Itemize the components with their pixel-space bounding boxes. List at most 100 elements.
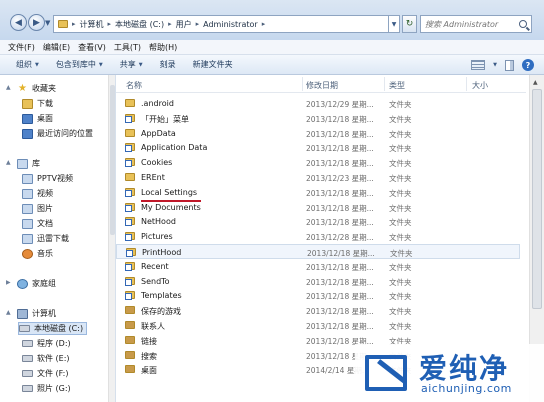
- file-type: 文件夹: [389, 100, 412, 109]
- file-date: 2013/12/29 星期...: [306, 100, 374, 109]
- scroll-up-arrow-icon[interactable]: ▲: [533, 79, 538, 86]
- table-row[interactable]: Pictures 2013/12/28 星期... 文件夹: [116, 229, 520, 244]
- table-row[interactable]: 保存的游戏 2013/12/18 星期... 文件夹: [116, 303, 520, 318]
- column-header-row: 名称 修改日期 类型 大小: [116, 75, 526, 93]
- chevron-right-icon[interactable]: ▸: [262, 20, 266, 28]
- menu-view[interactable]: 查看(V): [78, 42, 106, 53]
- nav-item-drive-d[interactable]: 程序 (D:): [22, 338, 71, 349]
- forward-button[interactable]: ▶: [28, 14, 45, 31]
- computer-icon: [17, 308, 28, 319]
- include-in-library-button[interactable]: 包含到库中 ▼: [56, 59, 103, 70]
- video-library-icon: [22, 188, 33, 199]
- documents-library-icon: [22, 218, 33, 229]
- column-header-date[interactable]: 修改日期: [306, 80, 338, 91]
- refresh-button[interactable]: ↻: [402, 15, 417, 33]
- nav-item-label: 软件 (E:): [37, 354, 70, 363]
- file-type: 文件夹: [389, 129, 412, 139]
- table-row[interactable]: NetHood 2013/12/18 星期... 文件夹: [116, 214, 520, 229]
- address-dropdown-button[interactable]: ▼: [389, 15, 400, 33]
- breadcrumb-drive-c[interactable]: 本地磁盘 (C:): [115, 19, 164, 30]
- new-folder-label: 新建文件夹: [192, 60, 233, 69]
- nav-libraries-label: 库: [32, 159, 40, 168]
- column-header-type[interactable]: 类型: [389, 80, 405, 91]
- table-row[interactable]: Local Settings 2013/12/18 星期... 文件夹: [116, 185, 520, 200]
- table-row[interactable]: .android 2013/12/29 星期... 文件夹: [116, 96, 520, 111]
- folder-icon: [125, 187, 135, 197]
- nav-item-recent-places[interactable]: 最近访问的位置: [22, 128, 93, 139]
- nav-computer[interactable]: 计算机: [17, 308, 56, 319]
- chevron-right-icon[interactable]: ▸: [72, 20, 76, 28]
- nav-item-drive-f[interactable]: 文件 (F:): [22, 368, 68, 379]
- new-folder-button[interactable]: 新建文件夹: [193, 59, 233, 70]
- column-divider[interactable]: [302, 77, 303, 91]
- nav-item-drive-e[interactable]: 软件 (E:): [22, 353, 70, 364]
- expander-icon[interactable]: ▶: [6, 279, 11, 286]
- nav-item-documents[interactable]: 文档: [22, 218, 53, 229]
- chevron-right-icon[interactable]: ▸: [108, 20, 112, 28]
- file-name: Cookies: [141, 158, 173, 168]
- breadcrumb-users[interactable]: 用户: [176, 19, 192, 30]
- expander-icon[interactable]: ▲: [6, 159, 11, 166]
- menu-edit[interactable]: 编辑(E): [43, 42, 70, 53]
- file-name: Recent: [141, 261, 169, 271]
- table-row[interactable]: PrintHood 2013/12/18 星期... 文件夹: [116, 244, 520, 259]
- table-row[interactable]: Application Data 2013/12/18 星期... 文件夹: [116, 140, 520, 155]
- nav-item-downloads[interactable]: 下载: [22, 98, 53, 109]
- file-type: 文件夹: [389, 203, 412, 213]
- file-name: My Documents: [141, 202, 201, 212]
- nav-item-drive-c[interactable]: 本地磁盘 (C:): [18, 322, 88, 335]
- column-header-name[interactable]: 名称: [126, 80, 142, 91]
- nav-item-pictures[interactable]: 图片: [22, 203, 53, 214]
- nav-scrollbar[interactable]: [108, 75, 115, 402]
- table-row[interactable]: 「开始」菜单 2013/12/18 星期... 文件夹: [116, 111, 520, 126]
- menu-file[interactable]: 文件(F): [8, 42, 35, 53]
- chevron-right-icon[interactable]: ▸: [168, 20, 172, 28]
- nav-libraries[interactable]: 库: [17, 158, 40, 169]
- organize-button[interactable]: 组织 ▼: [16, 59, 39, 70]
- search-box[interactable]: [420, 15, 532, 33]
- share-button[interactable]: 共享 ▼: [120, 59, 143, 70]
- table-row[interactable]: AppData 2013/12/18 星期... 文件夹: [116, 126, 520, 141]
- file-list-scrollbar-thumb[interactable]: [532, 89, 542, 309]
- column-divider[interactable]: [466, 77, 467, 91]
- file-type: 文件夹: [389, 262, 412, 272]
- view-options-icon[interactable]: [471, 60, 486, 70]
- nav-item-pptv-video[interactable]: PPTV视频: [22, 173, 73, 184]
- column-header-size[interactable]: 大小: [472, 80, 488, 91]
- table-row[interactable]: Cookies 2013/12/18 星期... 文件夹: [116, 155, 520, 170]
- address-bar[interactable]: ▸ 计算机 ▸ 本地磁盘 (C:) ▸ 用户 ▸ Administrator ▸: [53, 15, 389, 33]
- expander-icon[interactable]: ▲: [6, 309, 11, 316]
- nav-favorites[interactable]: ★ 收藏夹: [17, 83, 56, 94]
- table-row[interactable]: Recent 2013/12/18 星期... 文件夹: [116, 259, 520, 274]
- recent-pages-chevron-icon[interactable]: ▼: [45, 19, 50, 27]
- help-icon[interactable]: ?: [522, 59, 534, 71]
- nav-item-videos[interactable]: 视频: [22, 188, 53, 199]
- search-icon: [519, 20, 527, 28]
- search-input[interactable]: [425, 19, 515, 29]
- expander-icon[interactable]: ▲: [6, 84, 11, 91]
- nav-homegroup[interactable]: 家庭组: [17, 278, 56, 289]
- table-row[interactable]: EREnt 2013/12/23 星期... 文件夹: [116, 170, 520, 185]
- table-row[interactable]: SendTo 2013/12/18 星期... 文件夹: [116, 274, 520, 289]
- chevron-down-icon[interactable]: ▼: [493, 62, 497, 68]
- menu-tools[interactable]: 工具(T): [114, 42, 141, 53]
- table-row[interactable]: Templates 2013/12/18 星期... 文件夹: [116, 288, 520, 303]
- nav-item-thunder-downloads[interactable]: 迅雷下载: [22, 233, 69, 244]
- chevron-right-icon[interactable]: ▸: [196, 20, 200, 28]
- back-arrow-icon: ◀: [15, 17, 22, 28]
- back-button[interactable]: ◀: [10, 14, 27, 31]
- preview-pane-icon[interactable]: [505, 59, 514, 71]
- menu-help[interactable]: 帮助(H): [149, 42, 177, 53]
- nav-item-drive-g[interactable]: 照片 (G:): [22, 383, 71, 394]
- breadcrumb-administrator[interactable]: Administrator: [203, 20, 258, 29]
- table-row[interactable]: 联系人 2013/12/18 星期... 文件夹: [116, 318, 520, 333]
- breadcrumb-computer[interactable]: 计算机: [80, 19, 104, 30]
- nav-item-desktop[interactable]: 桌面: [22, 113, 53, 124]
- command-bar: 组织 ▼ 包含到库中 ▼ 共享 ▼ 刻录 新建文件夹 ▼ ?: [0, 55, 544, 75]
- brand-logo-icon: [361, 349, 411, 397]
- nav-scrollbar-thumb[interactable]: [110, 85, 115, 235]
- nav-computer-label: 计算机: [32, 309, 56, 318]
- burn-button[interactable]: 刻录: [160, 59, 176, 70]
- nav-item-music[interactable]: 音乐: [22, 248, 53, 259]
- column-divider[interactable]: [384, 77, 385, 91]
